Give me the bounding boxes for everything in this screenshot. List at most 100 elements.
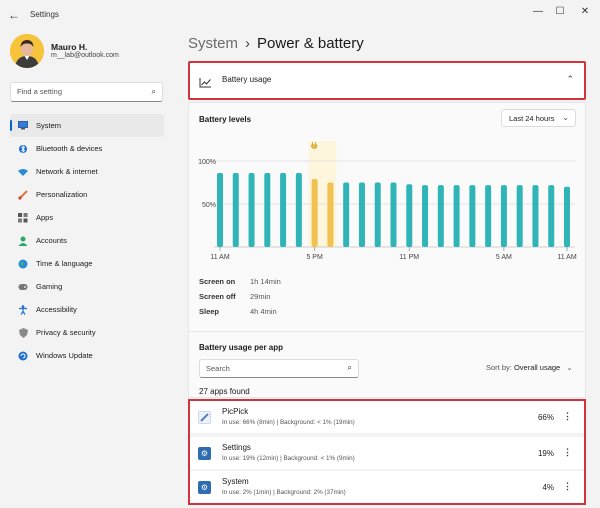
sidebar-item-system[interactable]: System bbox=[10, 114, 164, 137]
app-row-settings[interactable]: ⚙ Settings In use: 19% (12min) | Backgro… bbox=[190, 437, 584, 469]
chart-bar bbox=[469, 185, 476, 247]
update-icon bbox=[18, 351, 28, 361]
app-detail: In use: 2% (1min) | Background: 2% (37mi… bbox=[222, 489, 346, 496]
apps-icon bbox=[18, 212, 28, 223]
app-row-system[interactable]: ⚙ System In use: 2% (1min) | Background:… bbox=[190, 471, 584, 503]
more-options-icon[interactable]: ⋮ bbox=[563, 447, 572, 458]
brush-icon bbox=[18, 189, 28, 200]
battery-usage-header[interactable]: Battery usage ⌃ bbox=[188, 61, 586, 100]
sidebar-item-label: Apps bbox=[36, 213, 54, 222]
battery-levels-chart: 100% 50% 11 AM 5 PM 11 PM 5 AM 11 AM bbox=[198, 141, 577, 261]
sidebar-item-label: Network & internet bbox=[36, 167, 98, 176]
back-arrow-icon[interactable]: ← bbox=[8, 8, 20, 22]
app-name: System bbox=[222, 477, 249, 486]
close-button[interactable]: ✕ bbox=[578, 6, 592, 17]
chart-bar bbox=[358, 182, 365, 247]
app-percent: 19% bbox=[537, 449, 554, 458]
app-name: Settings bbox=[222, 443, 251, 452]
sidebar-item-personalization[interactable]: Personalization bbox=[10, 183, 164, 206]
screen-on-label: Screen on bbox=[199, 277, 236, 286]
chart-bar bbox=[500, 185, 507, 247]
time-range-value: Last 24 hours bbox=[509, 114, 555, 123]
sidebar-item-accounts[interactable]: Accounts bbox=[10, 229, 164, 252]
gamepad-icon bbox=[18, 282, 28, 292]
search-icon[interactable]: ⌕ bbox=[348, 363, 352, 373]
page-title: Power & battery bbox=[257, 35, 364, 52]
app-percent: 66% bbox=[537, 413, 554, 422]
wifi-icon bbox=[18, 167, 28, 177]
apps-found-count: 27 apps found bbox=[199, 387, 250, 396]
section-divider bbox=[189, 331, 585, 332]
time-range-select[interactable]: Last 24 hours ⌄ bbox=[501, 109, 576, 127]
chart-bar-highlight bbox=[327, 182, 334, 247]
chart-bar bbox=[390, 182, 397, 247]
sidebar-item-time-language[interactable]: Time & language bbox=[10, 252, 164, 275]
user-name: Mauro H. bbox=[51, 42, 88, 52]
app-row-picpick[interactable]: PicPick In use: 66% (8min) | Background:… bbox=[190, 401, 584, 433]
more-options-icon[interactable]: ⋮ bbox=[563, 481, 572, 492]
sort-value: Overall usage bbox=[513, 363, 561, 372]
chevron-down-icon: ⌄ bbox=[566, 363, 573, 372]
chart-bar bbox=[295, 173, 302, 247]
user-email: m__lab@outlook.com bbox=[51, 52, 119, 59]
sidebar-item-privacy[interactable]: Privacy & security bbox=[10, 321, 164, 344]
app-search-box[interactable]: ⌕ bbox=[199, 359, 359, 378]
breadcrumb-separator: › bbox=[245, 35, 251, 52]
avatar[interactable] bbox=[10, 34, 44, 68]
chart-bar bbox=[217, 173, 223, 247]
app-percent: 4% bbox=[542, 483, 554, 492]
sidebar-item-label: System bbox=[36, 121, 62, 130]
app-search-input[interactable] bbox=[206, 364, 336, 373]
usage-chart-icon bbox=[199, 75, 212, 93]
sidebar-item-label: Windows Update bbox=[36, 351, 93, 360]
sidebar-item-network[interactable]: Network & internet bbox=[10, 160, 164, 183]
chevron-down-icon: ⌄ bbox=[562, 113, 569, 122]
system-icon: ⚙ bbox=[198, 481, 211, 494]
maximize-button[interactable]: ☐ bbox=[553, 6, 567, 17]
sidebar-item-label: Time & language bbox=[36, 259, 93, 268]
x-tick-label: 5 PM bbox=[306, 254, 323, 261]
globe-icon bbox=[18, 259, 28, 269]
x-tick-label: 11 AM bbox=[210, 254, 229, 261]
search-icon[interactable]: ⌕ bbox=[152, 87, 156, 97]
sleep-value: 4h 4min bbox=[250, 307, 277, 316]
find-setting-input[interactable] bbox=[17, 87, 142, 96]
y-tick-label: 50% bbox=[202, 202, 216, 209]
sidebar-item-apps[interactable]: Apps bbox=[10, 206, 164, 229]
sidebar-nav: System Bluetooth & devices Network & int… bbox=[10, 114, 164, 367]
sort-label: Sort by: bbox=[486, 363, 512, 372]
title-bar: ← Settings — ☐ ✕ bbox=[0, 0, 600, 30]
sidebar-item-label: Privacy & security bbox=[36, 328, 96, 337]
shield-icon bbox=[18, 327, 28, 338]
chart-bar bbox=[548, 185, 555, 247]
sort-dropdown[interactable]: Sort by: Overall usage ⌄ bbox=[486, 363, 573, 372]
accessibility-icon bbox=[18, 304, 28, 315]
sidebar-item-gaming[interactable]: Gaming bbox=[10, 275, 164, 298]
app-usage-list: PicPick In use: 66% (8min) | Background:… bbox=[188, 399, 586, 505]
bluetooth-icon bbox=[18, 144, 28, 154]
chart-bar bbox=[422, 185, 429, 247]
chart-bar bbox=[264, 173, 271, 247]
sidebar-item-label: Accounts bbox=[36, 236, 67, 245]
window-title: Settings bbox=[30, 10, 59, 19]
chart-bar-highlight bbox=[311, 179, 318, 247]
more-options-icon[interactable]: ⋮ bbox=[563, 411, 572, 422]
sidebar-item-bluetooth[interactable]: Bluetooth & devices bbox=[10, 137, 164, 160]
sidebar-item-accessibility[interactable]: Accessibility bbox=[10, 298, 164, 321]
chart-bar bbox=[485, 185, 492, 247]
chart-bar bbox=[516, 185, 523, 247]
find-setting-search[interactable]: ⌕ bbox=[10, 82, 163, 102]
chart-bar bbox=[532, 185, 539, 247]
breadcrumb-parent[interactable]: System bbox=[188, 35, 238, 52]
chart-bar bbox=[406, 184, 413, 247]
person-icon bbox=[18, 236, 28, 246]
usage-per-app-title: Battery usage per app bbox=[199, 343, 284, 352]
chart-bar bbox=[232, 173, 239, 247]
sidebar-item-windows-update[interactable]: Windows Update bbox=[10, 344, 164, 367]
chart-bar bbox=[343, 182, 350, 247]
x-tick-label: 5 AM bbox=[496, 254, 512, 261]
breadcrumb: System › Power & battery bbox=[188, 35, 364, 52]
chevron-up-icon[interactable]: ⌃ bbox=[566, 74, 574, 85]
sidebar-item-label: Gaming bbox=[36, 282, 63, 291]
minimize-button[interactable]: — bbox=[531, 6, 545, 17]
